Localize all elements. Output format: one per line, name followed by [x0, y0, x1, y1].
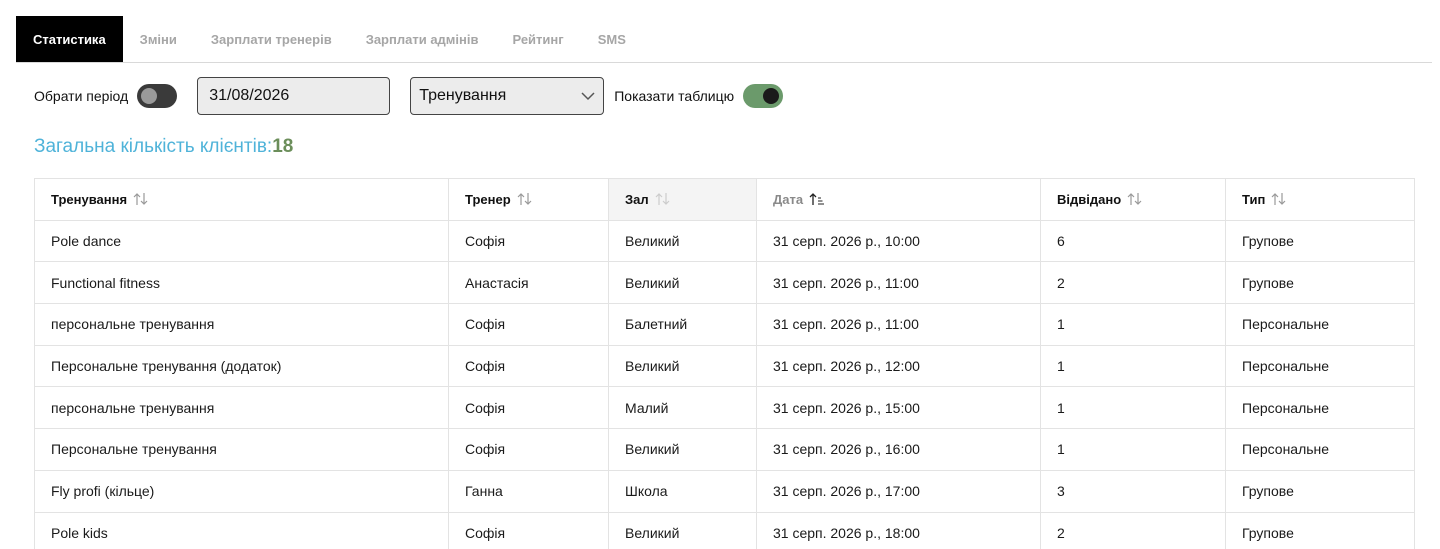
cell-training: Functional fitness — [34, 261, 449, 305]
sessions-table-wrapper: Тренування Тренер Зал Дата Відвідано Тип… — [34, 178, 1415, 549]
cell-training: персональне тренування — [34, 386, 449, 430]
cell-trainer: Софія — [448, 219, 609, 263]
cell-type: Персональне — [1225, 428, 1415, 471]
table-row: персональне тренування Софія Балетний 31… — [34, 303, 1415, 346]
column-header-hall[interactable]: Зал — [608, 178, 757, 221]
cell-hall: Великий — [608, 344, 757, 388]
cell-date: 31 серп. 2026 р., 17:00 — [756, 469, 1041, 513]
cell-training: Pole dance — [34, 219, 449, 263]
sort-icon — [517, 192, 533, 206]
period-toggle[interactable] — [137, 84, 178, 108]
cell-date: 31 серп. 2026 р., 18:00 — [756, 511, 1041, 549]
total-clients-summary: Загальна кількість клієнтів:18 — [34, 136, 293, 158]
column-header-training[interactable]: Тренування — [34, 178, 449, 221]
cell-hall: Великий — [608, 219, 757, 263]
table-row: Персональне тренування (додаток) Софія В… — [34, 344, 1415, 388]
cell-attended: 1 — [1040, 386, 1226, 430]
cell-training: Fly profi (кільце) — [34, 469, 449, 513]
sort-icon — [133, 192, 149, 206]
column-label: Дата — [773, 191, 804, 207]
sessions-table: Тренування Тренер Зал Дата Відвідано Тип… — [34, 178, 1415, 549]
cell-trainer: Софія — [448, 386, 609, 430]
filter-row: Обрати період Тренування Показати таблиц… — [34, 76, 784, 116]
total-clients-label: Загальна кількість клієнтів: — [34, 136, 273, 157]
cell-trainer: Софія — [448, 303, 609, 346]
cell-trainer: Ганна — [448, 469, 609, 513]
cell-trainer: Софія — [448, 511, 609, 549]
period-label: Обрати період — [34, 88, 129, 104]
cell-attended: 1 — [1040, 303, 1226, 346]
cell-hall: Школа — [608, 469, 757, 513]
cell-attended: 1 — [1040, 344, 1226, 388]
chevron-down-icon — [581, 91, 595, 101]
cell-attended: 2 — [1040, 261, 1226, 305]
cell-type: Персональне — [1225, 386, 1415, 430]
table-row: Fly profi (кільце) Ганна Школа 31 серп. … — [34, 469, 1415, 513]
cell-type: Групове — [1225, 261, 1415, 305]
table-header-row: Тренування Тренер Зал Дата Відвідано Тип — [34, 178, 1415, 221]
table-row: персональне тренування Софія Малий 31 се… — [34, 386, 1415, 430]
cell-trainer: Софія — [448, 428, 609, 471]
column-header-trainer[interactable]: Тренер — [448, 178, 609, 221]
sort-icon — [1271, 192, 1287, 206]
tab-admin-salaries[interactable]: Зарплати адмінів — [349, 16, 496, 62]
sort-ascending-icon — [809, 192, 825, 206]
toggle-knob — [141, 88, 158, 104]
show-table-label: Показати таблицю — [614, 88, 735, 104]
tab-trainer-salaries[interactable]: Зарплати тренерів — [194, 16, 349, 62]
table-row: Functional fitness Анастасія Великий 31 … — [34, 261, 1415, 305]
total-clients-count: 18 — [272, 136, 294, 157]
cell-attended: 6 — [1040, 219, 1226, 263]
cell-training: Pole kids — [34, 511, 449, 549]
sort-icon — [1127, 192, 1143, 206]
cell-attended: 2 — [1040, 511, 1226, 549]
column-header-attended[interactable]: Відвідано — [1040, 178, 1226, 221]
table-row: Pole dance Софія Великий 31 серп. 2026 р… — [34, 219, 1415, 263]
show-table-toggle[interactable] — [743, 84, 784, 108]
type-select[interactable]: Тренування — [410, 77, 605, 115]
statistics-page: Статистика Зміни Зарплати тренерів Зарпл… — [0, 0, 1440, 549]
table-row: Pole kids Софія Великий 31 серп. 2026 р.… — [34, 511, 1415, 549]
cell-date: 31 серп. 2026 р., 12:00 — [756, 344, 1041, 388]
column-header-type[interactable]: Тип — [1225, 178, 1415, 221]
column-label: Відвідано — [1057, 191, 1122, 207]
cell-hall: Малий — [608, 386, 757, 430]
tab-statistics[interactable]: Статистика — [16, 16, 123, 62]
cell-type: Групове — [1225, 511, 1415, 549]
cell-hall: Великий — [608, 428, 757, 471]
cell-date: 31 серп. 2026 р., 11:00 — [756, 303, 1041, 346]
cell-date: 31 серп. 2026 р., 15:00 — [756, 386, 1041, 430]
cell-date: 31 серп. 2026 р., 10:00 — [756, 219, 1041, 263]
cell-type: Групове — [1225, 219, 1415, 263]
cell-hall: Великий — [608, 261, 757, 305]
cell-attended: 3 — [1040, 469, 1226, 513]
cell-type: Групове — [1225, 469, 1415, 513]
column-label: Тренування — [51, 191, 128, 207]
table-row: Персональне тренування Софія Великий 31 … — [34, 428, 1415, 471]
cell-date: 31 серп. 2026 р., 11:00 — [756, 261, 1041, 305]
cell-hall: Балетний — [608, 303, 757, 346]
column-label: Зал — [625, 191, 649, 207]
toggle-knob — [763, 88, 780, 104]
sort-icon — [655, 192, 671, 206]
cell-trainer: Анастасія — [448, 261, 609, 305]
type-select-value: Тренування — [419, 87, 507, 104]
cell-training: Персональне тренування — [34, 428, 449, 471]
tab-bar: Статистика Зміни Зарплати тренерів Зарпл… — [16, 16, 1432, 63]
cell-type: Персональне — [1225, 344, 1415, 388]
cell-attended: 1 — [1040, 428, 1226, 471]
cell-trainer: Софія — [448, 344, 609, 388]
cell-training: персональне тренування — [34, 303, 449, 346]
cell-date: 31 серп. 2026 р., 16:00 — [756, 428, 1041, 471]
tab-sms[interactable]: SMS — [581, 16, 643, 62]
column-label: Тип — [1242, 191, 1266, 207]
cell-training: Персональне тренування (додаток) — [34, 344, 449, 388]
tab-shifts[interactable]: Зміни — [123, 16, 194, 62]
date-input[interactable] — [197, 77, 391, 115]
cell-type: Персональне — [1225, 303, 1415, 346]
column-label: Тренер — [465, 191, 511, 207]
column-header-date[interactable]: Дата — [756, 178, 1041, 221]
cell-hall: Великий — [608, 511, 757, 549]
tab-rating[interactable]: Рейтинг — [495, 16, 580, 62]
